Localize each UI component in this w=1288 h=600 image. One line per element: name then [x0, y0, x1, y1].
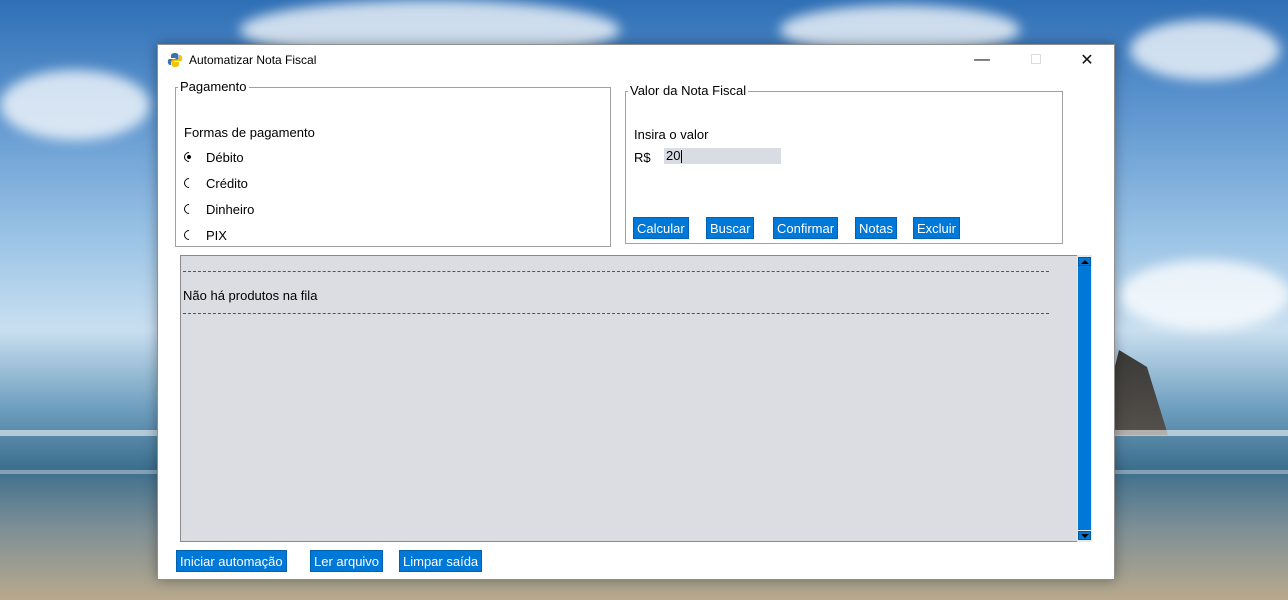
title-bar[interactable]: Automatizar Nota Fiscal — □ ✕: [158, 45, 1114, 74]
chevron-up-icon: [1081, 260, 1089, 264]
window-title: Automatizar Nota Fiscal: [189, 53, 317, 67]
radio-label: Crédito: [206, 175, 248, 191]
app-window: Automatizar Nota Fiscal — □ ✕ Pagamento …: [157, 44, 1115, 580]
python-icon: [167, 53, 183, 67]
output-scrollbar[interactable]: [1077, 255, 1092, 542]
separator-bottom: [183, 313, 1049, 314]
excluir-button[interactable]: Excluir: [913, 217, 961, 239]
output-message: Não há produtos na fila: [183, 288, 318, 303]
maximize-button[interactable]: □: [1013, 45, 1059, 74]
radio-debito[interactable]: Débito: [181, 149, 244, 165]
formas-pagamento-label: Formas de pagamento: [184, 125, 315, 140]
valor-input[interactable]: 20: [664, 148, 781, 164]
scroll-thumb[interactable]: [1078, 266, 1091, 530]
buscar-button[interactable]: Buscar: [706, 217, 755, 239]
radio-dinheiro[interactable]: Dinheiro: [181, 201, 255, 217]
radio-button[interactable]: [181, 201, 197, 217]
radio-button[interactable]: [181, 227, 197, 243]
confirmar-button[interactable]: Confirmar: [773, 217, 839, 239]
iniciar-automacao-button[interactable]: Iniciar automação: [176, 550, 287, 572]
radio-label: PIX: [206, 227, 227, 243]
pagamento-legend: Pagamento: [178, 79, 249, 94]
radio-label: Débito: [206, 149, 244, 165]
pagamento-group: Pagamento Formas de pagamento Débito Cré…: [175, 79, 611, 247]
scroll-up-button[interactable]: [1078, 257, 1091, 266]
valor-group: Valor da Nota Fiscal Insira o valor R$ 2…: [625, 83, 1063, 244]
radio-button[interactable]: [181, 175, 197, 191]
insira-valor-label: Insira o valor: [634, 127, 709, 142]
radio-pix[interactable]: PIX: [181, 227, 227, 243]
radio-credito[interactable]: Crédito: [181, 175, 248, 191]
radio-label: Dinheiro: [206, 201, 255, 217]
chevron-down-icon: [1081, 534, 1089, 538]
currency-label: R$: [634, 150, 651, 165]
output-textarea[interactable]: Não há produtos na fila: [180, 255, 1078, 542]
limpar-saida-button[interactable]: Limpar saída: [399, 550, 483, 572]
close-button[interactable]: ✕: [1064, 45, 1110, 74]
valor-input-text: 20: [666, 148, 681, 163]
separator-top: [183, 271, 1049, 272]
valor-legend: Valor da Nota Fiscal: [628, 83, 749, 98]
text-caret: [681, 150, 683, 164]
minimize-button[interactable]: —: [959, 45, 1005, 74]
ler-arquivo-button[interactable]: Ler arquivo: [310, 550, 384, 572]
scroll-down-button[interactable]: [1078, 531, 1091, 540]
notas-button[interactable]: Notas: [855, 217, 897, 239]
calcular-button[interactable]: Calcular: [633, 217, 689, 239]
radio-button-selected[interactable]: [181, 149, 197, 165]
